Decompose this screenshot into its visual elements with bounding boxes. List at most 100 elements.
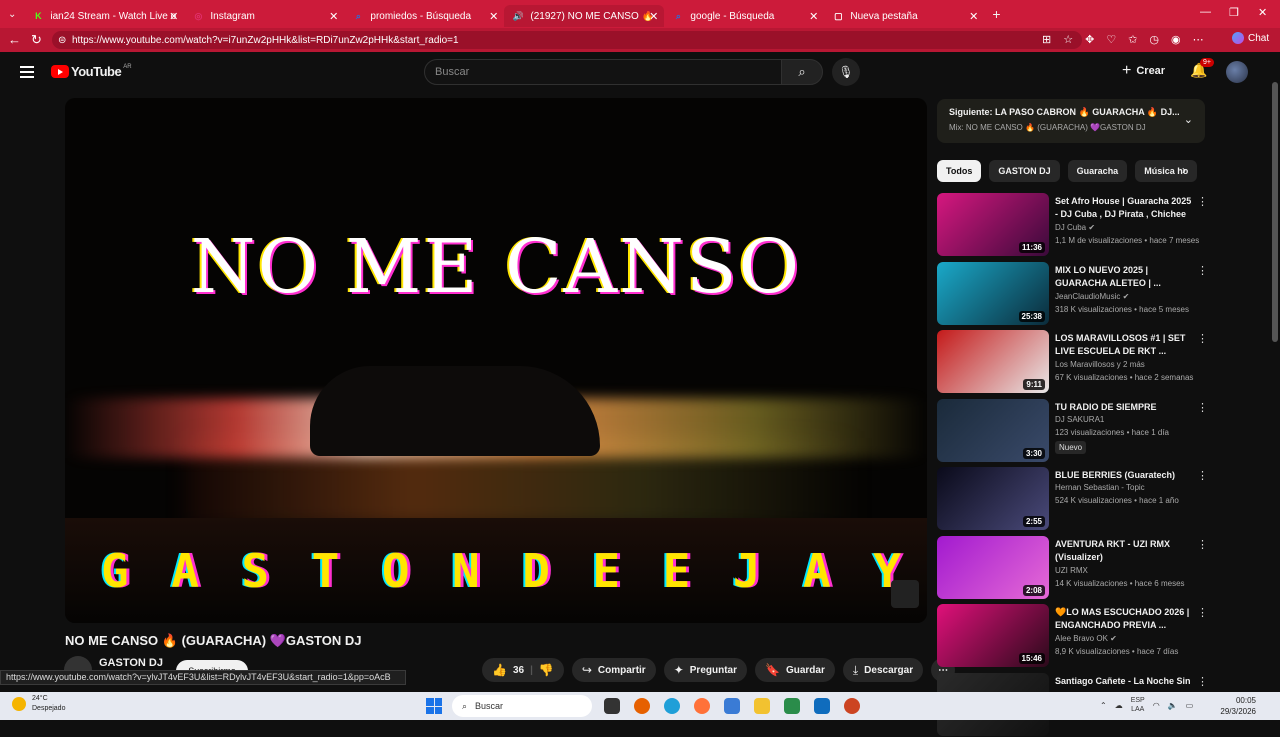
recommendation-title[interactable]: TU RADIO DE SIEMPRE: [1055, 401, 1193, 414]
recommendation-title[interactable]: 🧡LO MAS ESCUCHADO 2026 | ENGANCHADO PREV…: [1055, 606, 1193, 632]
filter-chip[interactable]: Todos: [937, 160, 982, 182]
firefox-icon[interactable]: [634, 698, 650, 714]
more-vertical-icon[interactable]: ⋮: [1197, 675, 1208, 688]
clock[interactable]: 00:05 29/3/2026: [1216, 695, 1256, 717]
close-tab-icon[interactable]: ✕: [649, 10, 658, 23]
recommendation-channel[interactable]: Hernan Sebastian - Topic: [1055, 483, 1145, 492]
browser-tab[interactable]: Kian24 Stream - Watch Live on Kick✕: [24, 5, 184, 27]
chevron-down-icon[interactable]: ⌄: [1184, 113, 1193, 126]
more-icon[interactable]: ⋯: [1193, 33, 1204, 46]
tray-overflow-icon[interactable]: ⌃: [1100, 701, 1107, 710]
recommendation-channel[interactable]: Alee Bravo OK ✔: [1055, 634, 1117, 643]
volume-icon[interactable]: 🔈: [1168, 701, 1178, 710]
copilot-chat-button[interactable]: Chat: [1232, 32, 1269, 44]
notifications-button[interactable]: 🔔 9+: [1190, 58, 1214, 79]
close-tab-icon[interactable]: ✕: [489, 10, 498, 23]
recommendation-channel[interactable]: UZI RMX: [1055, 566, 1088, 575]
recommendation-title[interactable]: LOS MARAVILLOSOS #1 | SET LIVE ESCUELA D…: [1055, 332, 1193, 358]
close-tab-icon[interactable]: ✕: [809, 10, 818, 23]
recommendation-title[interactable]: AVENTURA RKT - UZI RMX (Visualizer): [1055, 538, 1193, 564]
ask-button[interactable]: ✦ Preguntar: [663, 658, 747, 682]
browser-tab[interactable]: ◎ Instagram ✕: [184, 5, 344, 27]
youtube-logo[interactable]: YouTube AR: [51, 64, 132, 79]
more-vertical-icon[interactable]: ⋮: [1197, 606, 1208, 619]
profile-icon[interactable]: ◉: [1171, 33, 1181, 46]
share-button[interactable]: ↪ Compartir: [571, 658, 656, 682]
like-button[interactable]: 👍 36 | 👎: [482, 658, 564, 682]
recommendation-title[interactable]: BLUE BERRIES (Guaratech): [1055, 469, 1193, 482]
channel-watermark[interactable]: [891, 580, 919, 608]
video-thumbnail[interactable]: 2:08: [937, 535, 1049, 599]
reload-icon[interactable]: ↻: [31, 32, 42, 48]
recommendation-item[interactable]: 2:55 BLUE BERRIES (Guaratech) Hernan Sebas…: [937, 467, 1209, 531]
url-field[interactable]: ⊜ https://www.youtube.com/watch?v=i7unZw…: [52, 31, 1082, 49]
more-vertical-icon[interactable]: ⋮: [1197, 332, 1208, 345]
install-app-icon[interactable]: ⊞: [1042, 33, 1051, 46]
browser-tab[interactable]: 🔊 (21927) NO ME CANSO 🔥 (G ✕: [504, 5, 665, 27]
recommendation-item[interactable]: 3:30 TU RADIO DE SIEMPRE DJ SAKURA1 123 vis…: [937, 398, 1209, 463]
recommendation-item[interactable]: 11:36 Set Afro House | Guaracha 2025 - DJ…: [937, 193, 1209, 257]
download-button[interactable]: ⤓ Descargar: [842, 658, 924, 682]
bookmark-star-icon[interactable]: ☆: [1063, 33, 1073, 46]
video-thumbnail[interactable]: 25:38: [937, 261, 1049, 325]
save-button[interactable]: 🔖 Guardar: [755, 658, 835, 682]
video-player[interactable]: NO ME CANSO GASTONDEEJAY: [65, 98, 927, 623]
browser-tab[interactable]: ▢ Nueva pestaña ✕: [824, 5, 984, 27]
favorites-icon[interactable]: ✩: [1128, 33, 1137, 46]
language-indicator[interactable]: ESP LAA: [1131, 696, 1145, 714]
recommendation-title[interactable]: Set Afro House | Guaracha 2025 - DJ Cuba…: [1055, 195, 1193, 221]
thumbs-down-icon[interactable]: 👎: [539, 663, 554, 677]
page-scrollbar[interactable]: [1270, 52, 1280, 692]
recommendation-title[interactable]: Santiago Cañete - La Noche Sin: [1055, 675, 1193, 688]
maximize-icon[interactable]: ❐: [1229, 6, 1239, 19]
edge-icon[interactable]: [664, 698, 680, 714]
more-vertical-icon[interactable]: ⋮: [1197, 264, 1208, 277]
channel-name[interactable]: GASTON DJ: [99, 657, 163, 669]
video-thumbnail[interactable]: 3:30: [937, 398, 1049, 462]
recommendation-channel[interactable]: DJ SAKURA1: [1055, 415, 1104, 424]
close-tab-icon[interactable]: ✕: [329, 10, 338, 23]
close-tab-icon[interactable]: ✕: [969, 10, 978, 23]
recommendation-title[interactable]: MIX LO NUEVO 2025 | GUARACHA ALETEO | ..…: [1055, 264, 1193, 290]
tab-list-icon[interactable]: ⌄: [8, 9, 16, 20]
site-info-icon[interactable]: ⊜: [58, 35, 66, 46]
close-window-icon[interactable]: ✕: [1258, 6, 1267, 19]
video-thumbnail[interactable]: 11:36: [937, 193, 1049, 256]
outlook-icon[interactable]: [814, 698, 830, 714]
video-thumbnail[interactable]: 9:11: [937, 330, 1049, 393]
recommendation-item[interactable]: 15:46 🧡LO MAS ESCUCHADO 2026 | ENGANCHADO…: [937, 604, 1209, 668]
network-icon[interactable]: ◠: [1153, 701, 1160, 710]
up-next-panel[interactable]: Siguiente: LA PASO CABRON 🔥 GUARACHA 🔥 D…: [937, 99, 1205, 143]
search-button[interactable]: ⌕: [781, 59, 823, 85]
more-vertical-icon[interactable]: ⋮: [1197, 538, 1208, 551]
weather-widget[interactable]: 24°C Despejado: [12, 694, 65, 714]
history-icon[interactable]: ◷: [1149, 33, 1159, 46]
filter-chip[interactable]: Música ho: [1135, 160, 1198, 182]
video-thumbnail[interactable]: 2:55: [937, 467, 1049, 530]
back-icon[interactable]: ←: [8, 32, 21, 47]
performance-icon[interactable]: ♡: [1106, 33, 1116, 46]
recommendation-channel[interactable]: JeanClaudioMusic ✔: [1055, 292, 1129, 301]
voice-search-button[interactable]: 🎙: [832, 58, 860, 86]
file-explorer-icon[interactable]: [754, 698, 770, 714]
more-vertical-icon[interactable]: ⋮: [1197, 401, 1208, 414]
filter-chip[interactable]: Guaracha: [1067, 160, 1128, 182]
more-vertical-icon[interactable]: ⋮: [1197, 469, 1208, 482]
close-tab-icon[interactable]: ✕: [169, 10, 178, 23]
recommendation-channel[interactable]: DJ Cuba ✔: [1055, 223, 1095, 232]
recommendation-item[interactable]: 9:11 LOS MARAVILLOSOS #1 | SET LIVE ESCUE…: [937, 330, 1209, 394]
search-input[interactable]: Buscar: [424, 59, 782, 85]
chevron-right-icon[interactable]: ›: [1182, 163, 1186, 177]
taskbar-search[interactable]: ⌕ Buscar: [452, 695, 592, 717]
video-thumbnail[interactable]: 15:46: [937, 604, 1049, 667]
recommendation-item[interactable]: 25:38 MIX LO NUEVO 2025 | GUARACHA ALETEO…: [937, 261, 1209, 326]
task-view-icon[interactable]: [604, 698, 620, 714]
hamburger-menu-icon[interactable]: [20, 66, 34, 78]
start-button[interactable]: [426, 698, 442, 714]
store-icon[interactable]: [724, 698, 740, 714]
browser-tab[interactable]: ⌕ promiedos - Búsqueda ✕: [344, 5, 504, 27]
filter-chip[interactable]: GASTON DJ: [989, 160, 1060, 182]
app-icon[interactable]: [784, 698, 800, 714]
recommendation-item[interactable]: 2:08 AVENTURA RKT - UZI RMX (Visualizer) U…: [937, 535, 1209, 600]
extensions-icon[interactable]: ✥: [1085, 33, 1094, 46]
